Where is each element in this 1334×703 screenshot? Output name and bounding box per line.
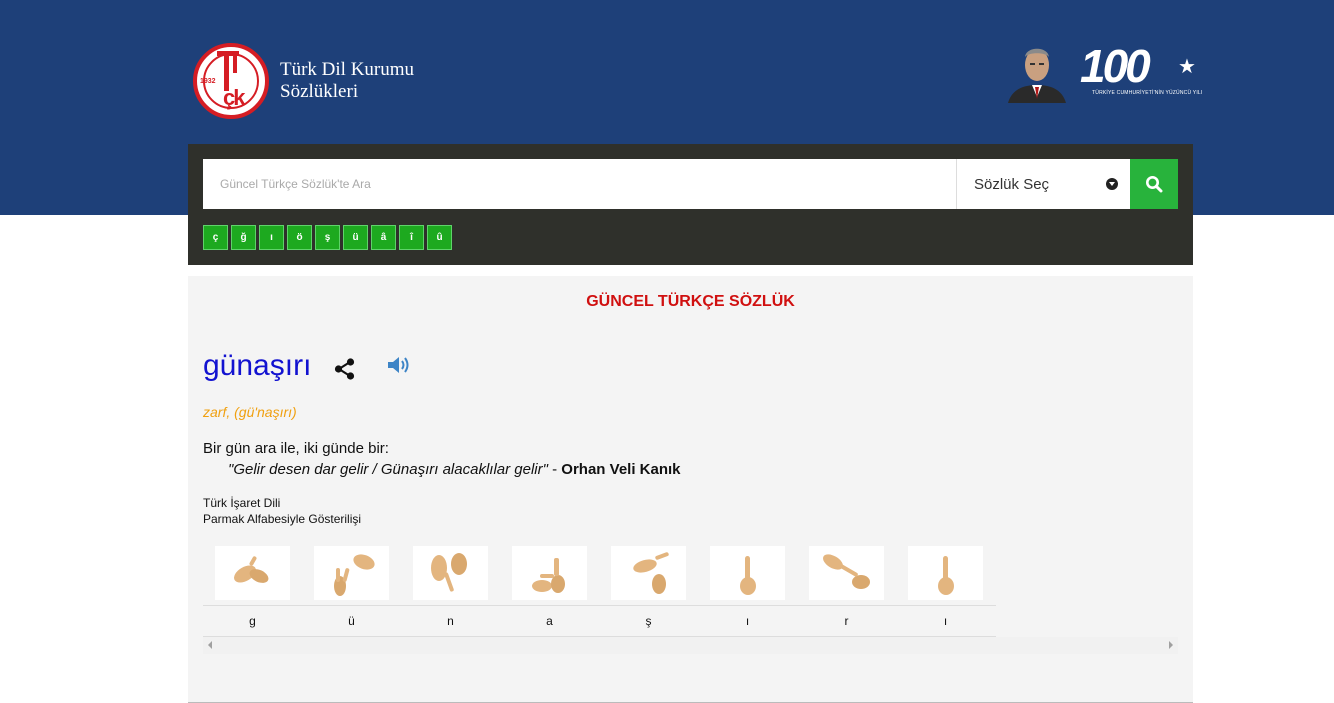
share-icon[interactable] xyxy=(334,358,356,380)
letter-button[interactable]: ş xyxy=(315,225,340,250)
sign-letter-label: n xyxy=(447,614,454,628)
example-separator: - xyxy=(547,461,562,478)
sign-letter-label: ı xyxy=(745,614,750,628)
sign-language-heading: Türk İşaret Dili Parmak Alfabesiyle Göst… xyxy=(203,495,361,527)
dictionary-select[interactable]: Sözlük Seç xyxy=(957,159,1130,209)
sign-letter-label: a xyxy=(546,614,553,628)
hand-sign-s-image xyxy=(611,546,686,600)
logo-letters: çk xyxy=(223,85,246,110)
hand-sign-i-image xyxy=(710,546,785,600)
brand-line-2: Sözlükleri xyxy=(280,81,359,102)
example-quote: "Gelir desen dar gelir / Günaşırı alacak… xyxy=(228,461,548,478)
ataturk-portrait xyxy=(1004,41,1070,103)
logo-year: 1932 xyxy=(200,78,216,85)
result-panel: GÜNCEL TÜRKÇE SÖZLÜK günaşırı zarf, (gü'… xyxy=(188,276,1193,703)
letter-button[interactable]: ı xyxy=(259,225,284,250)
fingerspelling-table: g ü n a ş ı r ı xyxy=(203,540,996,637)
sign-letter-label: r xyxy=(844,614,849,628)
hand-sign-r-image xyxy=(809,546,884,600)
centenary-number: 100 xyxy=(1080,40,1151,92)
dictionary-title: GÜNCEL TÜRKÇE SÖZLÜK xyxy=(586,293,795,310)
example-author: Orhan Veli Kanık xyxy=(561,461,681,478)
scroll-left-arrow-icon[interactable] xyxy=(208,641,212,649)
centenary-logo: 100 ★ TÜRKİYE CUMHURİYETİ'NİN YÜZÜNCÜ YI… xyxy=(1080,40,1203,104)
letter-button[interactable]: î xyxy=(399,225,424,250)
special-letters: ç ğ ı ö ş ü â î û xyxy=(203,225,455,250)
letter-button[interactable]: â xyxy=(371,225,396,250)
hand-sign-g-image xyxy=(215,546,290,600)
sign-image-row xyxy=(203,540,996,606)
sign-letter-label: ı xyxy=(943,614,948,628)
sign-letter-label: ü xyxy=(348,614,355,628)
brand-logo-link[interactable]: 1932 çk Türk Dil Kurumu Sözlükleri xyxy=(193,43,414,119)
scroll-right-arrow-icon[interactable] xyxy=(1169,641,1173,649)
hand-sign-i-image xyxy=(908,546,983,600)
sign-language-title: Türk İşaret Dili xyxy=(203,496,281,510)
star-icon: ★ xyxy=(1178,56,1196,78)
letter-button[interactable]: ö xyxy=(287,225,312,250)
sign-label-row: g ü n a ş ı r ı xyxy=(203,606,996,637)
letter-button[interactable]: ç xyxy=(203,225,228,250)
hand-sign-n-image xyxy=(413,546,488,600)
search-input[interactable] xyxy=(203,159,957,209)
speaker-icon[interactable] xyxy=(386,355,410,375)
letter-button[interactable]: û xyxy=(427,225,452,250)
brand-line-1: Türk Dil Kurumu xyxy=(280,59,415,80)
sign-letter-label: g xyxy=(249,614,256,628)
centenary-subtitle: TÜRKİYE CUMHURİYETİ'NİN YÜZÜNCÜ YILI xyxy=(1092,90,1203,96)
brand-name: Türk Dil Kurumu Sözlükleri xyxy=(280,59,414,103)
search-button[interactable] xyxy=(1130,159,1178,209)
sign-letter-label: ş xyxy=(645,614,652,628)
dictionary-select-value: Sözlük Seç xyxy=(974,175,1050,193)
letter-button[interactable]: ğ xyxy=(231,225,256,250)
hand-sign-u-image xyxy=(314,546,389,600)
example: "Gelir desen dar gelir / Günaşırı alacak… xyxy=(228,461,681,478)
letter-button[interactable]: ü xyxy=(343,225,368,250)
search-panel: Sözlük Seç ç ğ ı ö ş ü â î û xyxy=(188,144,1193,265)
headword: günaşırı xyxy=(203,349,312,382)
search-icon xyxy=(1146,176,1163,193)
chevron-down-icon xyxy=(1106,178,1118,190)
part-of-speech: zarf, (gü'naşırı) xyxy=(203,404,297,420)
tdk-logo: 1932 çk xyxy=(193,43,269,119)
hand-sign-a-image xyxy=(512,546,587,600)
horizontal-scrollbar[interactable] xyxy=(203,637,1178,654)
sign-language-subtitle: Parmak Alfabesiyle Gösterilişi xyxy=(203,512,362,526)
definition: Bir gün ara ile, iki günde bir: xyxy=(203,440,389,457)
